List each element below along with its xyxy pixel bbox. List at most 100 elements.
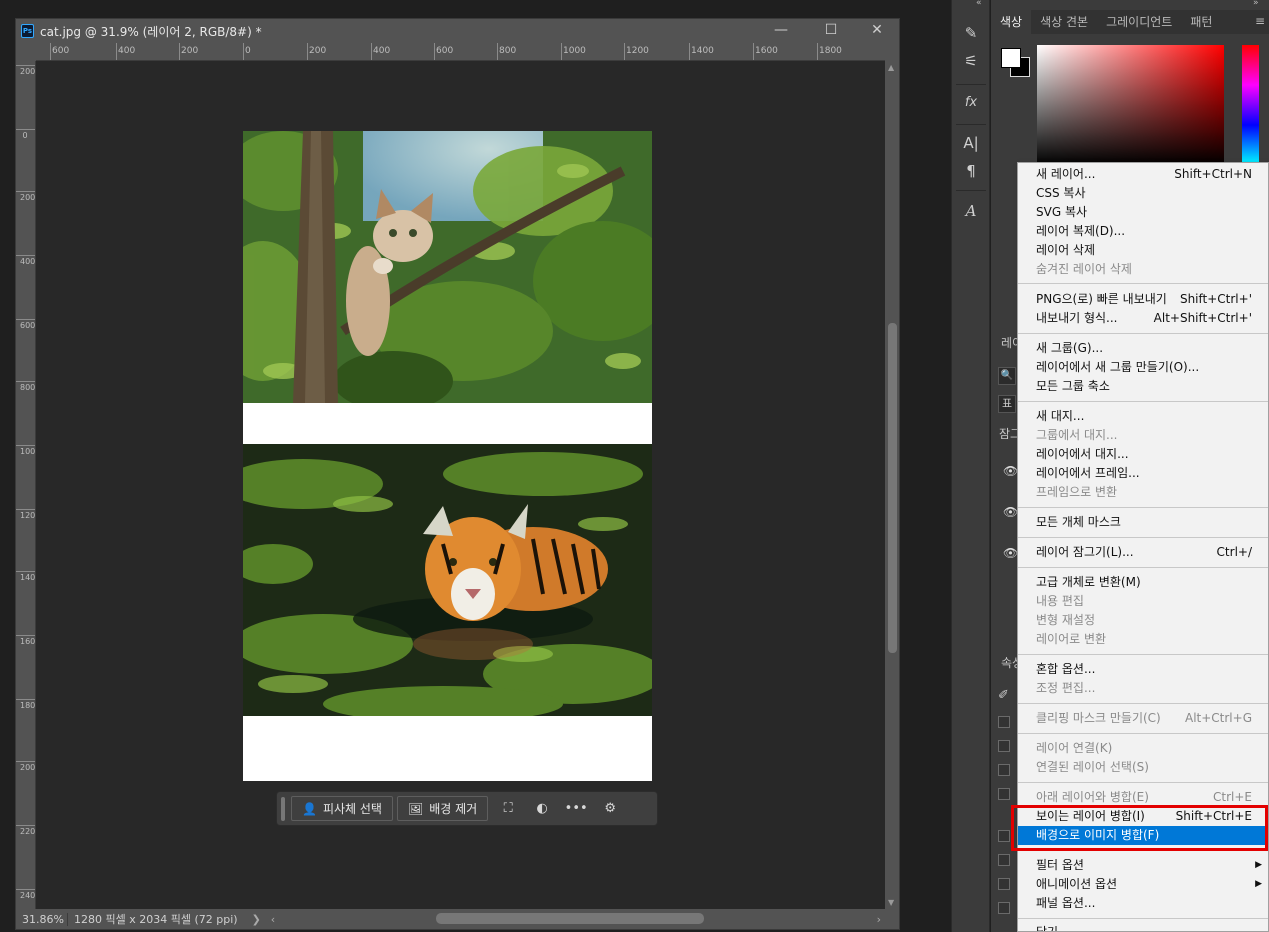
property-checkbox[interactable] [998,902,1010,914]
layer-visibility-eye-icon[interactable]: 👁 [1003,505,1018,519]
menu-item[interactable]: 혼합 옵션... [1018,660,1268,679]
collapse-strip-icon[interactable]: « [976,0,982,8]
menu-item[interactable]: 새 그룹(G)... [1018,339,1268,358]
foreground-color-swatch[interactable] [1001,48,1021,68]
menu-item[interactable]: 레이어에서 새 그룹 만들기(O)... [1018,358,1268,377]
properties-tool-icon[interactable]: ✐ [998,688,1009,703]
paragraph-icon[interactable]: ¶ [960,160,982,182]
menu-separator [1018,567,1268,568]
ruler-label: 200 [20,67,36,76]
image-icon: 🖼 [407,801,424,816]
document-image[interactable] [243,131,652,781]
property-checkbox[interactable] [998,740,1010,752]
menu-item-label: 내보내기 형식... [1036,311,1118,325]
remove-background-button[interactable]: 🖼 배경 제거 [396,796,489,821]
glyphs-icon[interactable]: A [960,200,982,222]
minimize-button[interactable]: — [758,19,804,43]
layer-visibility-eye-icon[interactable]: 👁 [1003,464,1018,478]
document-window: Ps cat.jpg @ 31.9% (레이어 2, RGB/8#) * — ☐… [15,18,900,930]
menu-item[interactable]: 패널 옵션... [1018,894,1268,913]
ruler-label: 1200 [626,46,649,56]
horizontal-scroll-thumb[interactable] [436,913,704,924]
property-checkbox[interactable] [998,854,1010,866]
horizontal-ruler[interactable]: 600 400 200 0 200 400 600 800 1000 1200 1400 1600 18… [36,43,885,61]
menu-item[interactable]: 레이어에서 프레임... [1018,464,1268,483]
layer-search-icon[interactable]: 🔍 [998,367,1016,385]
property-checkbox[interactable] [998,788,1010,800]
ruler-label: 800 [20,383,36,392]
menu-separator [1018,537,1268,538]
vertical-ruler[interactable]: 2000200400600800100012001400160018002000… [16,61,36,909]
menu-item[interactable]: 모든 개체 마스크 [1018,513,1268,532]
property-checkbox[interactable] [998,878,1010,890]
tab-swatches[interactable]: 색상 견본 [1031,10,1097,34]
menu-item[interactable]: 필터 옵션 ▶ [1018,856,1268,875]
ruler-label: 1600 [755,46,778,56]
ruler-tick [753,43,754,60]
menu-item[interactable]: 닫기 [1018,923,1268,931]
select-subject-button[interactable]: 👤 피사체 선택 [291,796,393,821]
panel-menu-icon[interactable]: ≡ [1255,14,1265,28]
tab-color[interactable]: 색상 [991,10,1032,34]
menu-item-label: 모든 개체 마스크 [1036,515,1121,529]
hue-slider[interactable] [1242,45,1259,165]
vertical-scrollbar[interactable]: ▲ ▼ [885,61,899,909]
color-picker-field[interactable] [1037,45,1224,165]
document-title: cat.jpg @ 31.9% (레이어 2, RGB/8#) * [40,24,262,39]
ruler-label: 600 [436,46,454,56]
status-menu-arrow-icon[interactable]: ❯ [252,913,261,926]
more-icon[interactable]: ••• [562,801,590,816]
highlight-annotation-box [1011,805,1268,851]
adjustments-icon[interactable]: ⚟ [960,50,982,72]
menu-item[interactable]: 고급 개체로 변환(M) [1018,573,1268,592]
brush-settings-icon[interactable]: ✎ [960,22,982,44]
layer-filter-box[interactable]: 표 [998,395,1016,413]
menu-item[interactable]: SVG 복사 [1018,203,1268,222]
menu-item[interactable]: 새 대지... [1018,407,1268,426]
property-checkbox[interactable] [998,830,1010,842]
property-checkbox[interactable] [998,764,1010,776]
ruler-tick [371,43,372,60]
maximize-button[interactable]: ☐ [808,19,854,43]
menu-item[interactable]: 모든 그룹 축소 [1018,377,1268,396]
transform-icon[interactable]: ⛶ [494,801,522,816]
settings-icon[interactable]: ⚙ [596,801,624,816]
tab-gradients[interactable]: 그레이디언트 [1097,10,1181,34]
collapse-panels-icon[interactable]: » [1253,0,1259,8]
menu-item[interactable]: 레이어에서 대지... [1018,445,1268,464]
menu-item-label: 레이어에서 프레임... [1036,466,1140,480]
menu-item[interactable]: 레이어 잠그기(L)... Ctrl+/ [1018,543,1268,562]
property-checkbox[interactable] [998,716,1010,728]
menu-item: 레이어로 변환 [1018,630,1268,649]
vertical-scroll-thumb[interactable] [888,323,897,653]
scroll-right-icon[interactable]: › [877,913,881,926]
ruler-tick [16,65,35,66]
canvas-area[interactable]: 👤 피사체 선택 🖼 배경 제거 ⛶ ◐ ••• ⚙ [36,61,885,909]
adjust-icon[interactable]: ◐ [528,801,556,816]
document-titlebar[interactable]: Ps cat.jpg @ 31.9% (레이어 2, RGB/8#) * — ☐… [16,19,899,43]
ruler-tick [817,43,818,60]
menu-item[interactable]: 레이어 복제(D)... [1018,222,1268,241]
layer-visibility-eye-icon[interactable]: 👁 [1003,546,1018,560]
menu-item: 클리핑 마스크 만들기(C) Alt+Ctrl+G [1018,709,1268,728]
close-button[interactable]: ✕ [854,19,900,43]
menu-item-label: 애니메이션 옵션 [1036,877,1118,891]
ruler-label: 2400 [20,891,36,900]
tab-patterns[interactable]: 패턴 [1181,10,1221,34]
menu-item[interactable]: 레이어 삭제 [1018,241,1268,260]
menu-item[interactable]: 애니메이션 옵션 ▶ [1018,875,1268,894]
scroll-up-icon[interactable]: ▲ [888,63,894,72]
menu-item[interactable]: PNG으(로) 빠른 내보내기 Shift+Ctrl+' [1018,290,1268,309]
zoom-level[interactable]: 31.86% [16,912,68,926]
scroll-left-icon[interactable]: ‹ [271,913,275,926]
scroll-down-icon[interactable]: ▼ [888,898,894,907]
character-icon[interactable]: A| [960,132,982,154]
ruler-tick [116,43,117,60]
menu-item[interactable]: CSS 복사 [1018,184,1268,203]
menu-item-shortcut: Shift+Ctrl+' [1179,292,1252,306]
menu-item[interactable]: 내보내기 형식... Alt+Shift+Ctrl+' [1018,309,1268,328]
fx-styles-icon[interactable]: fx [960,92,982,114]
menu-item[interactable]: 새 레이어... Shift+Ctrl+N [1018,165,1268,184]
menu-item-label: 레이어에서 대지... [1036,447,1129,461]
taskbar-drag-handle[interactable] [281,796,285,821]
